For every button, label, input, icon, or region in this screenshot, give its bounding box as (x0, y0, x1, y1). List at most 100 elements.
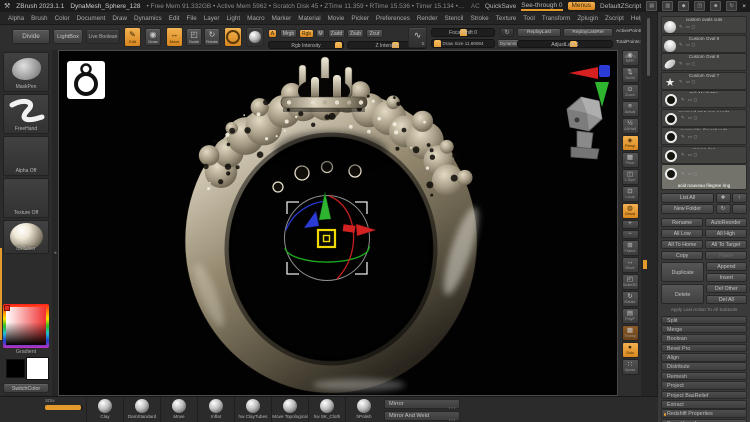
subtool-item[interactable]: PolyMesh3D1 ✎ ▭ ◻ (661, 90, 747, 108)
replay-last-rel-button[interactable]: ReplayLastRel (563, 28, 613, 37)
menu-item[interactable]: Edit (169, 15, 180, 22)
action-button-right[interactable]: All High (704, 228, 747, 238)
move-up-icon[interactable]: ↑ (732, 193, 747, 203)
edit-button[interactable]: ✎ Edit (124, 27, 141, 47)
paint-icon[interactable]: ▭ (688, 171, 692, 177)
paint-icon[interactable]: ▭ (688, 116, 692, 121)
subtool-item[interactable]: custom ovals cuts ✎ ▭ ◻ (661, 16, 747, 34)
subtool-thumbnail[interactable] (664, 39, 676, 52)
color-picker[interactable] (3, 304, 49, 348)
menu-item[interactable]: Material (298, 15, 320, 22)
right-shelf-button[interactable]: ● Solo (621, 342, 639, 358)
subtool-thumbnail[interactable] (665, 94, 677, 106)
brush-slot[interactable]: hPolish (345, 397, 382, 422)
section-header[interactable]: Bevel Pro (661, 343, 747, 353)
current-brush-button[interactable] (224, 27, 242, 47)
menu-item[interactable]: Dynamics (134, 15, 162, 22)
right-shelf-button[interactable]: − (621, 230, 639, 239)
sdiv-slider[interactable] (45, 405, 83, 410)
right-shelf-button[interactable]: ⊞ Frame (621, 240, 639, 256)
transform-gizmo[interactable] (284, 191, 377, 281)
right-shelf-button[interactable]: SPix 3 (622, 50, 639, 66)
draw-button[interactable]: ◉ Draw (145, 28, 161, 46)
delete-button[interactable]: Delete (661, 283, 705, 304)
layout-icon[interactable]: ▤ (646, 1, 658, 11)
right-shelf-button[interactable]: ⊙ Zoom (621, 84, 639, 100)
right-shelf-button[interactable]: ▦ Floor (621, 152, 639, 168)
right-shelf-button[interactable]: ↔ Move (621, 257, 639, 273)
palette-icon[interactable]: ◆ (678, 1, 690, 11)
right-shelf-button[interactable]: ◫ L.Sym (621, 169, 639, 185)
replay-icon[interactable]: ↻ (500, 28, 514, 37)
subtool-item[interactable]: mermaids_figurehead1 ✎ ▭ ◻ (661, 127, 747, 145)
paint-icon[interactable]: ▭ (686, 24, 690, 30)
new-folder-button[interactable]: New Folder (661, 204, 714, 214)
right-shelf-button[interactable]: ⇅ Scroll (621, 67, 639, 83)
divide-button[interactable]: Divide (12, 29, 50, 44)
menu-item[interactable]: File (187, 15, 197, 22)
move-down-icon[interactable]: ↑ (732, 204, 747, 214)
brush-slot[interactable]: Move (160, 397, 197, 422)
right-shelf-button[interactable]: ◈ Persp (621, 135, 639, 151)
menu-item[interactable]: Marker (272, 15, 292, 22)
render-icon[interactable]: ◻ (694, 97, 698, 103)
right-shelf-button[interactable]: ▩ Transp (621, 325, 639, 341)
rgb-button[interactable]: Rgb (299, 29, 314, 38)
brush-slot[interactable]: DamStandard (123, 397, 160, 422)
action-button-left[interactable]: All To Home (661, 239, 704, 249)
brush-slot[interactable]: Clay (86, 397, 123, 422)
panels-icon[interactable]: ▥ (662, 1, 674, 11)
see-through-slider[interactable]: See-through 0 (521, 2, 563, 11)
folder-action-icon[interactable]: ↻ (715, 204, 731, 214)
del-all-button[interactable]: Del All (705, 294, 747, 304)
menu-item[interactable]: Stroke (470, 15, 488, 22)
menu-item[interactable]: Document (77, 15, 106, 22)
close-icon[interactable]: × (742, 3, 746, 10)
render-icon[interactable]: ◻ (692, 61, 696, 67)
section-header[interactable]: Project BasRelief (661, 390, 747, 400)
draw-size-slider[interactable]: Draw Size 11.69084 (431, 39, 495, 48)
gizmo-z-arrow[interactable] (303, 210, 320, 229)
paint-icon[interactable]: ▭ (686, 43, 690, 48)
menu-item[interactable]: Zplugin (577, 15, 598, 22)
subtool-item[interactable]: Custom Oval 7 ✎ ▭ ◻ (661, 71, 747, 90)
stroke-slot[interactable]: FreeHand (3, 94, 49, 134)
lightbox-button[interactable]: LightBox (53, 29, 83, 44)
section-header[interactable]: Boolean (661, 334, 747, 343)
del-other-button[interactable]: Del Other (705, 283, 747, 293)
edit-pencil-icon[interactable]: ✎ (681, 116, 685, 121)
section-header[interactable]: Redshift Properties (661, 409, 747, 418)
section-header[interactable]: Remesh (661, 371, 747, 381)
menu-item[interactable]: Texture (496, 15, 517, 22)
render-icon[interactable]: ◻ (692, 43, 696, 48)
edit-pencil-icon[interactable]: ✎ (679, 24, 683, 30)
append-button[interactable]: Append (705, 261, 747, 271)
material-slot[interactable]: 85 Silver (3, 220, 49, 254)
subtool-item[interactable]: mayan ring ✎ ▭ ◻ (661, 145, 747, 164)
brush-slot[interactable]: Inflat (197, 397, 234, 422)
menu-item[interactable]: Layer (204, 15, 220, 22)
m-button[interactable]: M (316, 29, 325, 38)
edit-pencil-icon[interactable]: ✎ (679, 80, 683, 85)
right-shelf-button[interactable]: ↻ Rotate (621, 291, 639, 307)
subtool-thumbnail[interactable] (664, 77, 676, 89)
menu-item[interactable]: Tool (523, 15, 535, 22)
action-button-right[interactable]: AutoReorder (704, 217, 747, 227)
config-icon[interactable]: ◳ (694, 1, 706, 11)
menu-item[interactable]: Render (417, 15, 438, 22)
scale-button[interactable]: ◰ Scale (186, 28, 202, 46)
add-subtool-icon[interactable]: ✚ (715, 193, 731, 203)
adjust-last-slider[interactable]: AdjustLast 1 (517, 40, 613, 48)
edit-pencil-icon[interactable]: ✎ (679, 61, 683, 67)
user-icon[interactable]: ☻ (710, 1, 722, 11)
replay-last-button[interactable]: ReplayLast (517, 28, 561, 37)
menu-item[interactable]: Draw (112, 15, 127, 22)
paint-icon[interactable]: ▭ (688, 134, 692, 140)
camera-widget[interactable] (566, 96, 603, 160)
zcut-button[interactable]: Zcut (366, 29, 383, 38)
color-picker-cursor[interactable] (4, 305, 10, 311)
menu-item[interactable]: Brush (31, 15, 47, 22)
render-icon[interactable]: ◻ (692, 80, 696, 85)
edit-pencil-icon[interactable]: ✎ (681, 153, 685, 158)
subtool-thumbnail[interactable] (665, 168, 677, 180)
